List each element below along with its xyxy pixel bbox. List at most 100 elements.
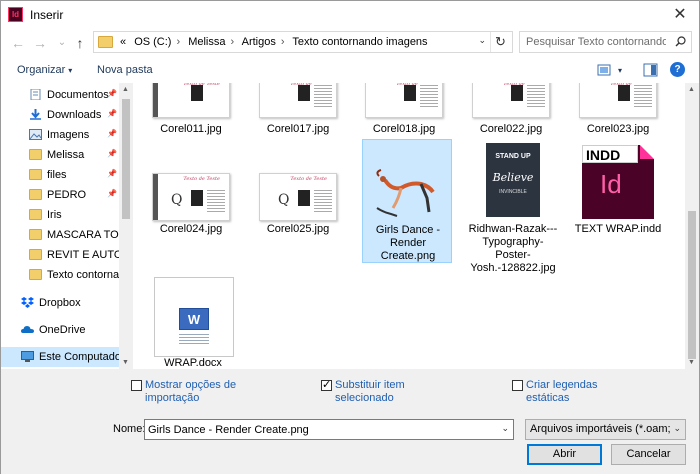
indd-tag: INDD (582, 145, 638, 163)
open-button[interactable]: Abrir (527, 444, 602, 465)
replace-selected-checkbox[interactable] (321, 378, 332, 391)
refresh-button[interactable]: ↻ (490, 32, 510, 52)
back-button[interactable]: ← (9, 35, 27, 51)
thumbnail-block (191, 85, 203, 101)
close-button[interactable]: ✕ (669, 4, 691, 26)
breadcrumb: « OS (C:) › Melissa › Artigos › Texto conto… (120, 36, 433, 48)
chevron-down-icon[interactable]: ⌄ (501, 423, 509, 434)
recent-locations-button[interactable]: ⌄ (53, 35, 71, 51)
file-name: Corel022.jpg (479, 123, 543, 135)
sidebar-item-dropbox[interactable]: Dropbox (1, 293, 119, 313)
breadcrumb-item-drive[interactable]: OS (C:) (134, 36, 171, 48)
view-dropdown-icon[interactable]: ▾ (618, 66, 622, 75)
file-item[interactable]: Texto de Teste Q Corel024.jpg (146, 141, 236, 261)
thumbnail-block (298, 85, 310, 101)
sidebar-item-imagens[interactable]: Imagens 📌 (1, 125, 119, 145)
breadcrumb-item-current[interactable]: Texto contornando imagens (292, 36, 427, 48)
window-title: Inserir (30, 8, 64, 22)
thumbnail-strip (153, 83, 158, 117)
new-folder-button[interactable]: Nova pasta (97, 64, 153, 76)
thumbnail-block (511, 85, 523, 101)
show-import-options-checkbox[interactable] (131, 380, 142, 391)
thumbnail-strip (153, 174, 158, 220)
show-import-options-label[interactable]: Mostrar opções de importação (145, 379, 255, 405)
create-captions-checkbox[interactable] (512, 380, 523, 391)
folder-icon (29, 209, 42, 220)
folder-icon (29, 269, 42, 280)
poster-line: INVINCIBLE (499, 189, 527, 195)
file-name: Corel024.jpg (159, 223, 223, 235)
search-icon (675, 36, 686, 47)
file-list-scrollbar[interactable]: ▲ ▼ (685, 83, 699, 369)
sidebar-item-this-pc[interactable]: Este Computador (1, 347, 123, 367)
word-letter: W (187, 312, 201, 327)
file-name: Corel018.jpg (372, 123, 436, 135)
up-button[interactable]: ↑ (71, 35, 89, 51)
thumbnail-block (191, 190, 203, 206)
help-icon[interactable]: ? (670, 62, 685, 77)
folder-icon (29, 169, 42, 180)
replace-selected-label[interactable]: Substituir item selecionado (335, 379, 445, 405)
cancel-button[interactable]: Cancelar (611, 444, 686, 465)
sidebar-item-revit[interactable]: REVIT E AUTOCA (1, 245, 120, 265)
file-item[interactable]: Texto de Teste Corel017.jpg (253, 83, 343, 139)
sidebar-item-mascara-top[interactable]: MASCARA TOP (1, 225, 120, 245)
page-fold (640, 145, 654, 159)
breadcrumb-overflow[interactable]: « (120, 36, 126, 48)
scroll-up-icon[interactable]: ▲ (688, 86, 695, 93)
dancer-image-thumbnail (371, 168, 443, 220)
sidebar-item-files[interactable]: files 📌 (1, 165, 119, 185)
sidebar-item-melissa[interactable]: Melissa 📌 (1, 145, 119, 165)
scroll-down-icon[interactable]: ▼ (688, 359, 695, 366)
sidebar-item-documentos[interactable]: Documentos 📌 (1, 85, 119, 105)
file-item[interactable]: Texto de Teste Q Corel025.jpg (253, 141, 343, 261)
address-bar[interactable]: « OS (C:) › Melissa › Artigos › Texto conto… (93, 31, 513, 53)
indesign-file-icon: INDD Id (582, 145, 654, 219)
sidebar-item-label: Dropbox (39, 297, 81, 309)
file-item[interactable]: Texto de Teste Corel023.jpg (573, 83, 663, 139)
organize-menu[interactable]: Organizar ▾ (17, 64, 72, 76)
filename-input[interactable] (148, 423, 488, 437)
sidebar-item-downloads[interactable]: Downloads 📌 (1, 105, 119, 125)
forward-button[interactable]: → (31, 35, 49, 51)
sidebar-item-pedro[interactable]: PEDRO 📌 (1, 185, 119, 205)
navigation-scrollbar[interactable]: ▲ ▼ (119, 83, 133, 369)
search-input[interactable] (526, 35, 666, 49)
scroll-thumb[interactable] (688, 211, 696, 359)
sidebar-item-texto-contornando[interactable]: Texto contornan (1, 265, 120, 285)
sidebar-item-onedrive[interactable]: OneDrive (1, 320, 119, 340)
scroll-up-icon[interactable]: ▲ (122, 86, 129, 93)
dropbox-icon (21, 297, 34, 308)
sidebar-item-label: Iris (47, 209, 62, 221)
thumbnail-block (404, 85, 416, 101)
pictures-icon (29, 129, 42, 140)
file-item[interactable]: Texto de Teste Corel011.jpg (146, 83, 236, 139)
chevron-right-icon: › (230, 36, 235, 48)
address-dropdown-button[interactable]: ⌄ (478, 35, 486, 46)
sidebar-item-label: Texto contornan (47, 269, 120, 281)
file-item[interactable]: W WRAP.docx (148, 277, 238, 369)
file-item[interactable]: Texto de Teste Corel018.jpg (359, 83, 449, 139)
file-item[interactable]: Texto de Teste Corel022.jpg (466, 83, 556, 139)
indesign-letters: Id (600, 169, 622, 199)
insert-dialog: Id Inserir ✕ ← → ⌄ ↑ « OS (C:) › Melissa ›… (0, 0, 700, 474)
filename-combobox[interactable]: ⌄ (144, 419, 514, 440)
file-item[interactable]: STAND UP Believe INVINCIBLE Ridhwan-Raza… (468, 141, 558, 281)
create-captions-label[interactable]: Criar legendas estáticas (526, 379, 636, 405)
image-thumbnail: Texto de Teste Q (259, 173, 337, 221)
file-type-select[interactable]: Arquivos importáveis (*.oam;*.i ⌄ (525, 419, 686, 440)
search-box[interactable] (519, 31, 692, 53)
scroll-thumb[interactable] (122, 99, 130, 219)
view-options-icon[interactable] (597, 63, 613, 77)
thumbnail-text-lines (314, 188, 332, 214)
sidebar-item-iris[interactable]: Iris (1, 205, 119, 225)
chevron-right-icon: › (280, 36, 285, 48)
file-name: WRAP.docx (164, 357, 222, 369)
preview-pane-icon[interactable] (643, 63, 659, 77)
file-item[interactable]: INDD Id TEXT WRAP.indd (573, 141, 663, 261)
thumbnail-block (298, 190, 310, 206)
breadcrumb-item-artigos[interactable]: Artigos (242, 36, 276, 48)
scroll-down-icon[interactable]: ▼ (122, 359, 129, 366)
breadcrumb-item-melissa[interactable]: Melissa (188, 36, 225, 48)
file-item-selected[interactable]: Girls Dance - Render Create.png (362, 139, 452, 263)
